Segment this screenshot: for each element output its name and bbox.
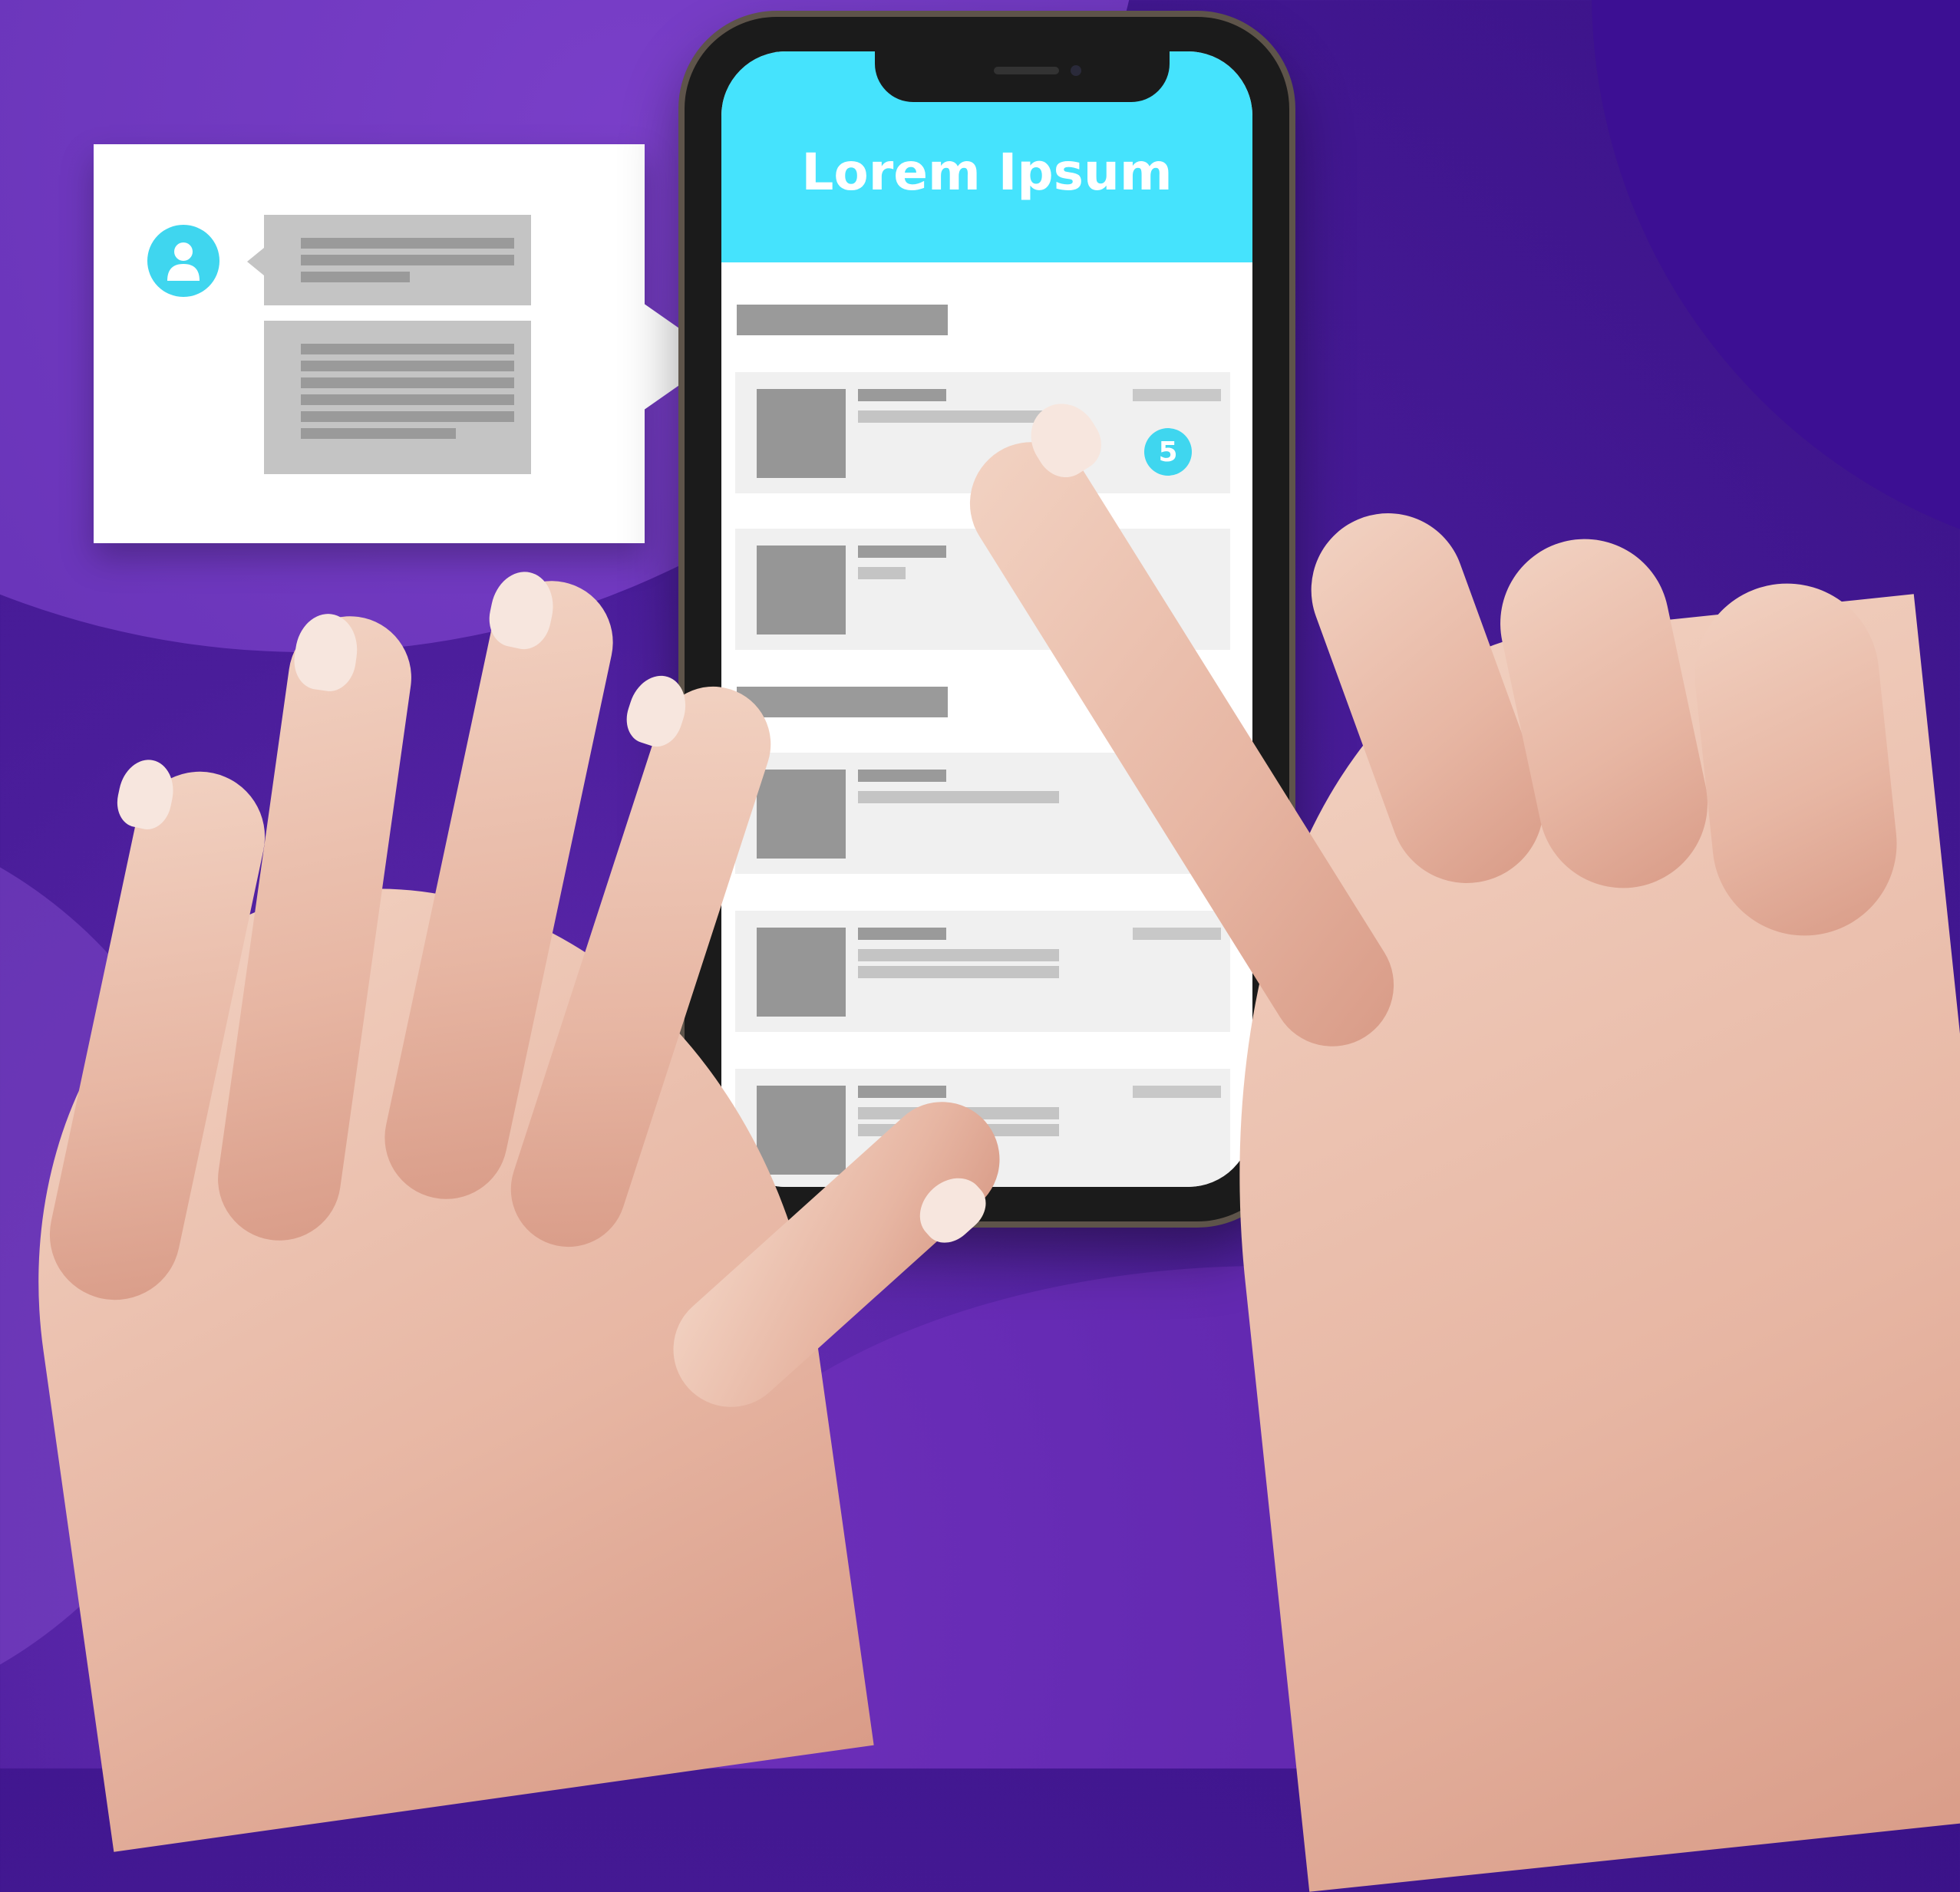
front-camera (1071, 65, 1081, 76)
phone-notch (875, 51, 1170, 102)
section-heading (737, 687, 948, 717)
list-item[interactable] (735, 911, 1230, 1032)
bubble-tail (247, 248, 264, 275)
list-item-thumbnail (757, 389, 846, 478)
background-swoosh (1592, 0, 1960, 568)
phone: Lorem Ipsum 5 (685, 17, 1289, 1221)
list-item-thumbnail (757, 770, 846, 859)
speaker-grille (994, 67, 1059, 74)
notification-badge: 5 (1144, 428, 1192, 476)
chat-bubble (264, 215, 531, 305)
section-heading (737, 305, 948, 335)
list-item-thumbnail (757, 928, 846, 1017)
chat-bubble (264, 321, 531, 474)
user-icon (147, 225, 219, 297)
app-title: Lorem Ipsum (801, 143, 1173, 202)
chat-callout (94, 144, 645, 543)
list-item-thumbnail (757, 546, 846, 635)
list-item-thumbnail (757, 1086, 846, 1175)
